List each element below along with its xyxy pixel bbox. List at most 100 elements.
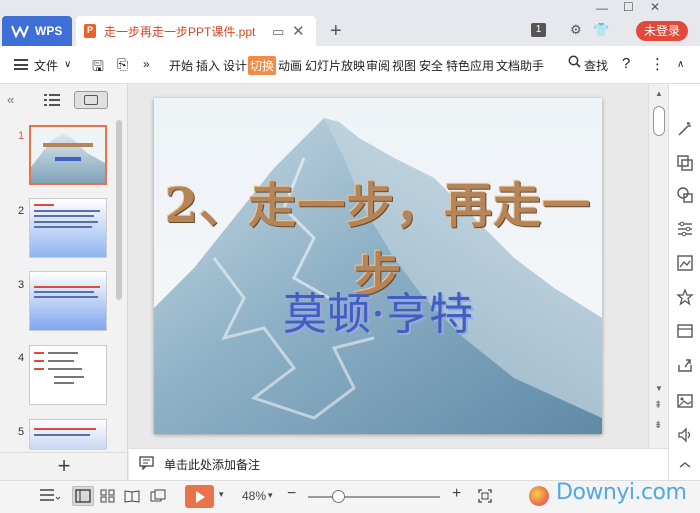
- scrollbar-thumb[interactable]: [653, 106, 665, 136]
- collapse-panel-icon[interactable]: «: [7, 92, 14, 107]
- settings-sliders-icon[interactable]: [676, 220, 694, 238]
- slide-number: 4: [18, 352, 25, 364]
- file-menu[interactable]: 文件: [34, 57, 58, 74]
- collapse-sidebar-icon[interactable]: [676, 460, 694, 478]
- menu-bar: 文件 ∨ 🖫 ⎘ » 开始 插入 设计 切换 动画 幻灯片放映 审阅 视图 安全…: [0, 46, 700, 84]
- format-painter-icon[interactable]: ⎘: [117, 56, 128, 73]
- skin-icon[interactable]: ⚙: [570, 22, 582, 38]
- wps-logo-icon: [11, 24, 29, 38]
- editor-vertical-scrollbar[interactable]: ▲ ▼ ⇞ ⇟: [648, 84, 668, 448]
- help-icon[interactable]: ?: [622, 55, 630, 72]
- minimize-icon[interactable]: —: [596, 1, 608, 15]
- zoom-slider-track[interactable]: [308, 496, 440, 498]
- gallery-icon[interactable]: [676, 254, 694, 272]
- slide-thumbnail-3[interactable]: [29, 271, 107, 331]
- tab-animation[interactable]: 动画: [278, 57, 302, 74]
- new-tab-icon[interactable]: +: [330, 20, 342, 43]
- scroll-up-icon[interactable]: ▲: [655, 89, 663, 98]
- star-icon[interactable]: [676, 288, 694, 306]
- add-slide-button[interactable]: +: [0, 452, 128, 480]
- slide-number: 2: [18, 205, 25, 217]
- slides-panel-header: «: [0, 84, 127, 118]
- shapes-icon[interactable]: [676, 186, 694, 204]
- slide-sorter-icon[interactable]: [100, 489, 116, 506]
- outline-view-icon[interactable]: [44, 94, 60, 109]
- normal-view-button[interactable]: [72, 486, 94, 506]
- thumbnail-view-icon: [84, 95, 98, 105]
- right-sidebar: [668, 84, 700, 480]
- save-icon[interactable]: 🖫: [92, 56, 104, 80]
- tab-security[interactable]: 安全: [419, 57, 443, 74]
- slides-panel-scrollbar[interactable]: [116, 120, 122, 300]
- notes-icon: [139, 456, 154, 473]
- notes-placeholder[interactable]: 单击此处添加备注: [164, 456, 260, 473]
- maximize-icon[interactable]: ☐: [623, 0, 634, 14]
- next-slide-icon[interactable]: ⇟: [654, 420, 662, 431]
- current-slide[interactable]: 2、走一步，再走一步 莫顿·亨特: [154, 98, 602, 434]
- tab-transition[interactable]: 切换: [248, 56, 277, 75]
- title-bar: WPS 走一步再走一步PPT课件.ppt ▭ ✕ + 1 ⚙ 👕 未登录 — ☐…: [0, 0, 700, 46]
- document-tab-title: 走一步再走一步PPT课件.ppt: [104, 24, 256, 39]
- play-slideshow-button[interactable]: [185, 485, 214, 508]
- layout-icon[interactable]: [676, 322, 694, 340]
- tshirt-icon[interactable]: 👕: [593, 22, 609, 38]
- slide-thumbnail-1[interactable]: [29, 125, 107, 185]
- search-icon[interactable]: [568, 55, 581, 71]
- more-tabs-icon[interactable]: »: [143, 57, 150, 71]
- assistant-logo-icon[interactable]: [529, 486, 549, 506]
- slide-number: 1: [18, 130, 25, 142]
- close-tab-icon[interactable]: ✕: [292, 22, 305, 40]
- menu-icon[interactable]: [14, 59, 28, 70]
- close-window-icon[interactable]: ✕: [650, 0, 660, 14]
- slide-editor-canvas: 2、走一步，再走一步 莫顿·亨特: [129, 84, 648, 448]
- copy-icon[interactable]: [676, 154, 694, 172]
- login-button[interactable]: 未登录: [636, 21, 688, 41]
- tab-review[interactable]: 审阅: [366, 57, 390, 74]
- slide-thumbnail-image: [30, 272, 106, 330]
- tab-home[interactable]: 开始: [169, 57, 193, 74]
- tab-insert[interactable]: 插入: [196, 57, 220, 74]
- document-tab[interactable]: 走一步再走一步PPT课件.ppt ▭ ✕: [76, 16, 316, 46]
- share-icon[interactable]: [676, 356, 694, 374]
- play-options-chevron-icon[interactable]: ▾: [219, 489, 224, 500]
- image-icon[interactable]: [676, 392, 694, 410]
- slide-thumbnail-2[interactable]: [29, 198, 107, 258]
- tab-slideshow[interactable]: 幻灯片放映: [305, 57, 365, 74]
- search-label[interactable]: 查找: [584, 57, 608, 74]
- magic-icon[interactable]: [676, 120, 694, 138]
- thumbnail-view-button[interactable]: [74, 91, 108, 109]
- fit-window-icon[interactable]: [478, 489, 492, 506]
- collapse-ribbon-icon[interactable]: ∧: [677, 59, 684, 70]
- notes-pane[interactable]: 单击此处添加备注: [129, 448, 668, 480]
- slides-panel: « 1 2 3 4 5 +: [0, 84, 128, 480]
- tab-view[interactable]: 视图: [392, 57, 416, 74]
- zoom-in-button[interactable]: +: [452, 485, 461, 503]
- reading-view-icon[interactable]: [124, 489, 140, 506]
- zoom-level[interactable]: 48%: [242, 489, 266, 503]
- wps-tab-label: WPS: [35, 24, 63, 38]
- outline-menu-icon[interactable]: [40, 488, 61, 505]
- slide-number: 5: [18, 426, 25, 438]
- audio-icon[interactable]: [676, 426, 694, 444]
- scroll-down-icon[interactable]: ▼: [655, 384, 663, 393]
- slide-thumbnail-image: [30, 199, 106, 257]
- slide-thumbnail-image: [30, 346, 106, 404]
- slide-thumbnail-image: [30, 420, 106, 450]
- slide-thumbnail-4[interactable]: [29, 345, 107, 405]
- zoom-chevron-icon[interactable]: ▾: [268, 490, 273, 501]
- previous-slide-icon[interactable]: ⇞: [654, 400, 662, 411]
- slide-number: 3: [18, 279, 25, 291]
- zoom-slider-handle[interactable]: [332, 490, 345, 503]
- slide-subtitle[interactable]: 莫顿·亨特: [154, 278, 602, 342]
- zoom-out-button[interactable]: −: [287, 485, 296, 503]
- more-icon[interactable]: ⋮: [650, 55, 665, 73]
- slide-thumbnail-5[interactable]: [29, 419, 107, 450]
- presenter-view-icon[interactable]: [150, 489, 166, 506]
- notification-badge[interactable]: 1: [531, 23, 546, 37]
- tab-features[interactable]: 特色应用: [446, 57, 494, 74]
- wps-home-tab[interactable]: WPS: [2, 16, 72, 46]
- tab-doc-assistant[interactable]: 文档助手: [496, 57, 544, 74]
- chevron-down-icon[interactable]: ∨: [64, 59, 71, 70]
- tab-design[interactable]: 设计: [223, 57, 247, 74]
- screen-icon[interactable]: ▭: [272, 24, 284, 40]
